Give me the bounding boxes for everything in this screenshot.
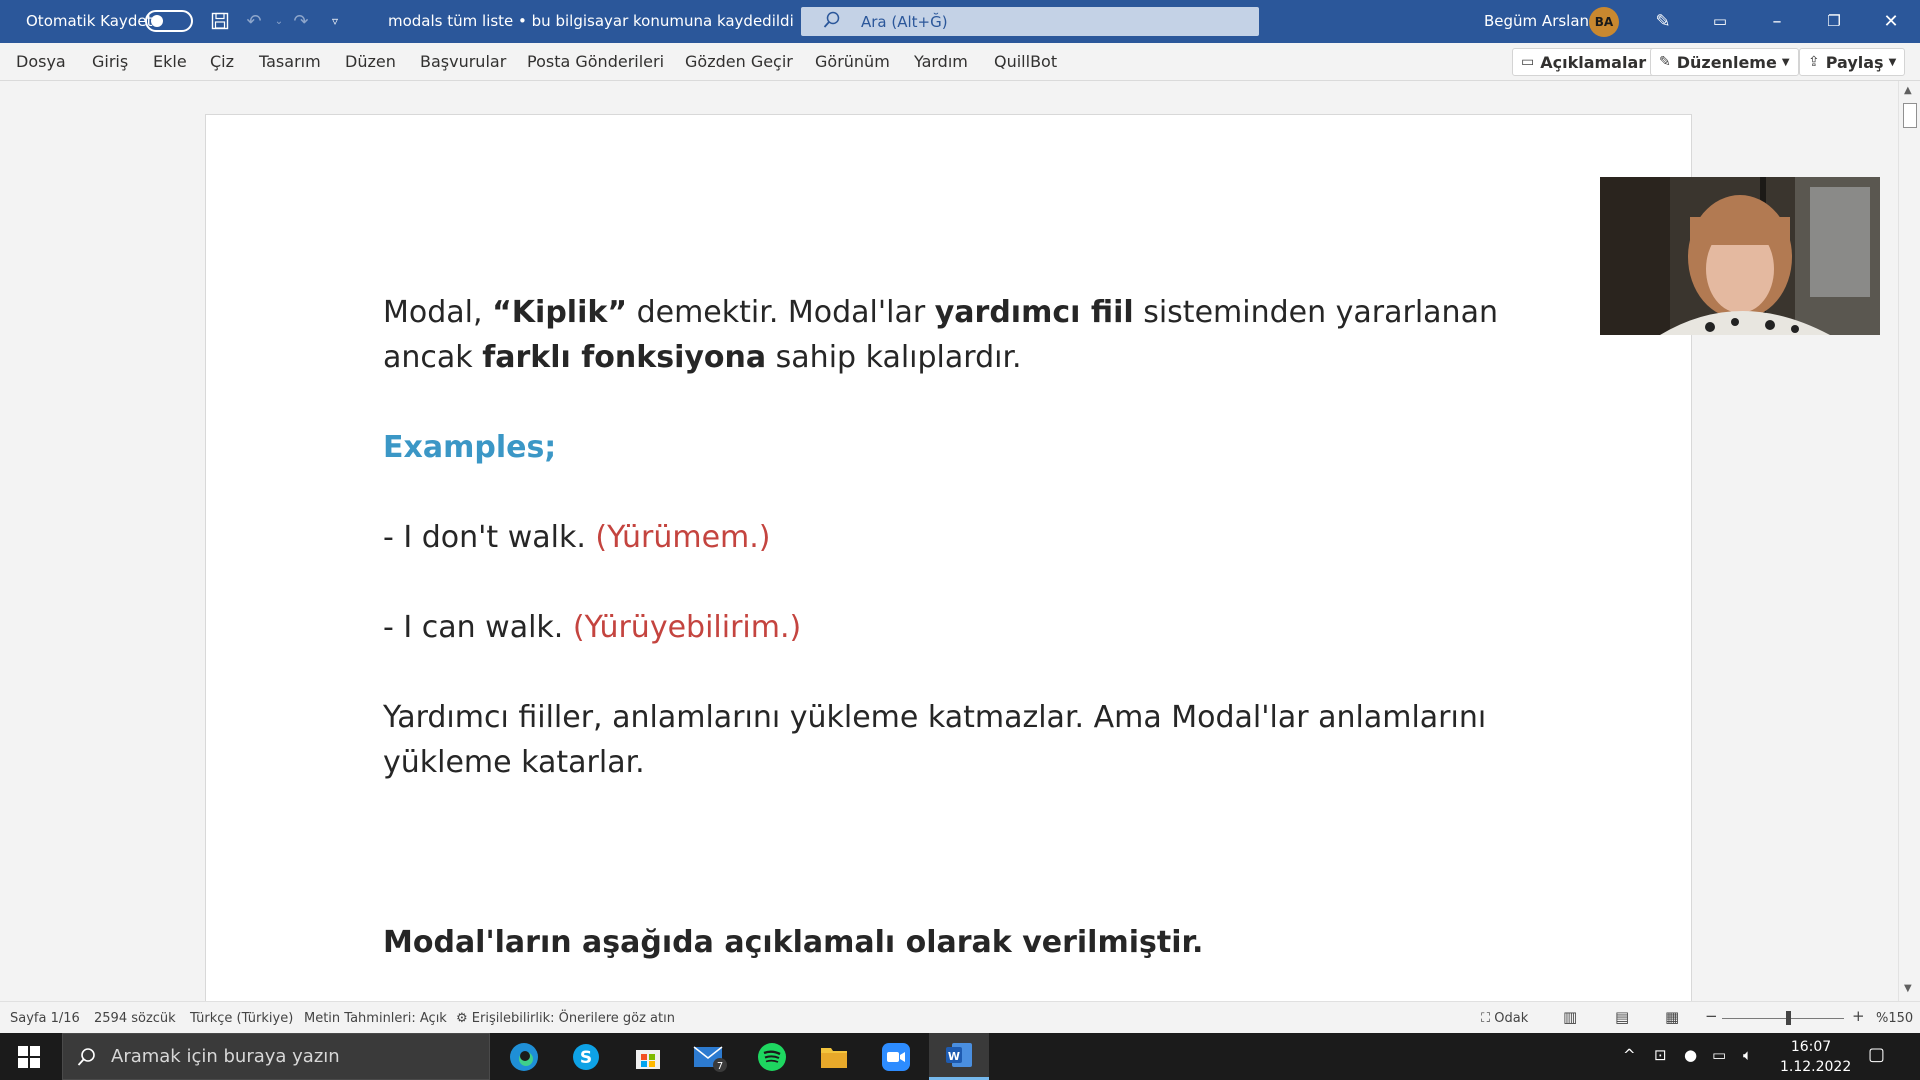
svg-text:W: W	[948, 1050, 960, 1063]
windows-start-icon[interactable]	[17, 1045, 41, 1069]
document-page[interactable]: Modal, “Kiplik” demektir. Modal'lar yard…	[205, 114, 1692, 1014]
focus-mode[interactable]: ⛶ Odak	[1481, 1011, 1528, 1026]
word-count[interactable]: 2594 sözcük	[94, 1011, 176, 1026]
section-heading: Modal'ların aşağıda açıklamalı olarak ve…	[383, 925, 1204, 960]
show-hidden-icons-icon[interactable]: ^	[1623, 1046, 1636, 1064]
customize-toolbar-icon[interactable]: ▿	[322, 8, 348, 34]
notifications-icon[interactable]: ▢	[1868, 1044, 1885, 1065]
volume-icon[interactable]: 🔈︎	[1743, 1046, 1752, 1064]
tab-yardim[interactable]: Yardım	[914, 52, 968, 71]
system-clock[interactable]: 16:07 1.12.2022	[1780, 1037, 1852, 1077]
autosave-toggle[interactable]	[145, 10, 193, 32]
search-box[interactable]: Ara (Alt+Ğ)	[801, 7, 1259, 36]
undo-icon[interactable]: ↶	[241, 8, 267, 34]
accessibility-icon: ⚙	[456, 1011, 468, 1026]
autosave-label: Otomatik Kaydet	[26, 12, 153, 30]
text-predictions[interactable]: Metin Tahminleri: Açık	[304, 1011, 447, 1026]
comments-button[interactable]: ▭ Açıklamalar	[1512, 48, 1656, 76]
pencil-icon: ✎	[1659, 54, 1671, 70]
taskbar-search[interactable]: Aramak için buraya yazın	[62, 1033, 490, 1080]
share-icon: ⇪	[1808, 54, 1820, 70]
tab-quillbot[interactable]: QuillBot	[994, 52, 1057, 71]
share-label: Paylaş	[1825, 52, 1884, 72]
minimize-icon[interactable]: –	[1762, 8, 1792, 34]
scroll-up-icon[interactable]: ▲	[1904, 85, 1912, 96]
zoom-level[interactable]: %150	[1876, 1011, 1913, 1026]
page-count[interactable]: Sayfa 1/16	[10, 1011, 80, 1026]
paragraph-auxiliary: Yardımcı fiiller, anlamlarını yükleme ka…	[383, 700, 1487, 780]
taskbar-search-placeholder: Aramak için buraya yazın	[111, 1046, 340, 1067]
skype-icon[interactable]: S	[568, 1039, 604, 1075]
accessibility-status[interactable]: ⚙ Erişilebilirlik: Önerilere göz atın	[456, 1011, 675, 1026]
scrollbar-thumb[interactable]	[1903, 103, 1917, 128]
zoom-slider-thumb[interactable]	[1786, 1011, 1791, 1025]
tab-gorunum[interactable]: Görünüm	[815, 52, 890, 71]
focus-icon: ⛶	[1481, 1011, 1491, 1026]
zoom-out-icon[interactable]: −	[1705, 1007, 1718, 1025]
save-icon[interactable]	[207, 8, 233, 34]
mail-badge: 7	[717, 1061, 723, 1072]
zoom-app-icon[interactable]	[878, 1039, 914, 1075]
clock-date: 1.12.2022	[1780, 1059, 1852, 1075]
tab-posta-gonderileri[interactable]: Posta Gönderileri	[527, 52, 664, 71]
tab-tasarim[interactable]: Tasarım	[259, 52, 321, 71]
tab-ekle[interactable]: Ekle	[153, 52, 187, 71]
microphone-icon[interactable]: ●	[1684, 1046, 1697, 1064]
examples-heading: Examples;	[383, 430, 557, 465]
pen-icon[interactable]: ✎	[1648, 8, 1678, 34]
language-indicator[interactable]: Türkçe (Türkiye)	[190, 1011, 293, 1026]
document-body[interactable]: Modal, “Kiplik” demektir. Modal'lar yard…	[383, 290, 1523, 965]
battery-icon[interactable]: ▭	[1712, 1046, 1726, 1064]
document-title[interactable]: modals tüm liste • bu bilgisayar konumun…	[388, 12, 809, 30]
title-bar: Otomatik Kaydet ↶ ⌄ ↷ ▿ modals tüm liste…	[0, 0, 1920, 43]
example-2: - I can walk. (Yürüyebilirim.)	[383, 610, 802, 645]
editing-label: Düzenleme	[1676, 52, 1777, 72]
edge-icon[interactable]	[506, 1039, 542, 1075]
tab-gozden-gecir[interactable]: Gözden Geçir	[685, 52, 793, 71]
clock-time: 16:07	[1790, 1039, 1832, 1055]
search-icon	[77, 1048, 95, 1066]
read-mode-icon[interactable]: ▥	[1563, 1008, 1577, 1026]
zoom-slider[interactable]	[1722, 1018, 1844, 1019]
status-bar: Sayfa 1/16 2594 sözcük Türkçe (Türkiye) …	[0, 1001, 1920, 1033]
user-name[interactable]: Begüm Arslan	[1484, 12, 1589, 30]
print-layout-icon[interactable]: ▤	[1615, 1008, 1629, 1026]
mail-icon[interactable]: 7	[692, 1039, 728, 1075]
document-workspace: Modal, “Kiplik” demektir. Modal'lar yard…	[0, 81, 1898, 1014]
network-icon[interactable]: ⊡	[1654, 1046, 1667, 1064]
share-button[interactable]: ⇪ Paylaş ▼	[1799, 48, 1906, 76]
tab-ciz[interactable]: Çiz	[210, 52, 234, 71]
spotify-icon[interactable]	[754, 1039, 790, 1075]
web-layout-icon[interactable]: ▦	[1665, 1008, 1679, 1026]
comments-label: Açıklamalar	[1540, 52, 1647, 72]
tab-duzen[interactable]: Düzen	[345, 52, 396, 71]
example-1: - I don't walk. (Yürümem.)	[383, 520, 771, 555]
webcam-overlay	[1600, 177, 1880, 335]
vertical-scrollbar[interactable]: ▲ ▼	[1898, 81, 1920, 1001]
svg-text:S: S	[580, 1048, 592, 1068]
search-placeholder: Ara (Alt+Ğ)	[861, 12, 948, 31]
search-icon	[823, 11, 840, 28]
close-icon[interactable]: ✕	[1876, 8, 1906, 34]
chevron-down-icon: ▼	[1781, 56, 1790, 68]
taskbar: Aramak için buraya yazın S 7 W ^ ⊡ ● ▭ 🔈…	[0, 1033, 1920, 1080]
tab-giris[interactable]: Giriş	[92, 52, 128, 71]
store-icon[interactable]	[630, 1039, 666, 1075]
ribbon-display-icon[interactable]: ▭	[1705, 8, 1735, 34]
word-taskbar-icon[interactable]: W	[929, 1033, 989, 1080]
restore-icon[interactable]: ❐	[1819, 8, 1849, 34]
comment-icon: ▭	[1521, 54, 1535, 70]
zoom-in-icon[interactable]: +	[1852, 1007, 1865, 1025]
file-explorer-icon[interactable]	[816, 1039, 852, 1075]
scroll-down-icon[interactable]: ▼	[1904, 983, 1912, 994]
editing-button[interactable]: ✎ Düzenleme ▼	[1650, 48, 1799, 76]
ribbon-tabs: Dosya Giriş Ekle Çiz Tasarım Düzen Başvu…	[0, 43, 1920, 81]
tab-dosya[interactable]: Dosya	[16, 52, 66, 71]
paragraph-intro: Modal, “Kiplik” demektir. Modal'lar yard…	[383, 295, 1498, 375]
avatar[interactable]: BA	[1589, 7, 1619, 37]
chevron-down-icon: ▼	[1888, 56, 1897, 68]
tab-basvurular[interactable]: Başvurular	[420, 52, 506, 71]
redo-icon[interactable]: ↷	[288, 8, 314, 34]
